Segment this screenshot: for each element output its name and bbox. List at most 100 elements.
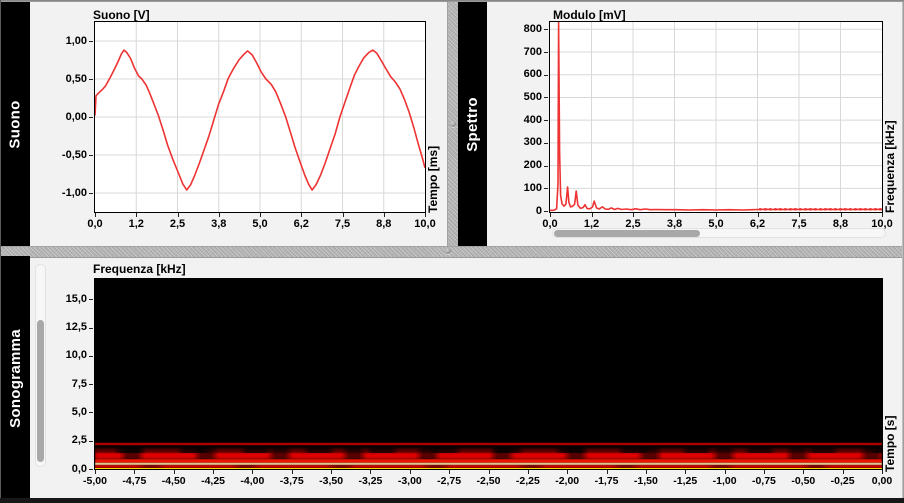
x-tick-mark [633,213,634,217]
y-tick-label: 5,0 [43,407,87,418]
sonogramma-x-axis-caption: Tempo [s] [884,416,897,472]
sonogram-band [95,443,882,445]
x-tick-mark [410,470,411,474]
spettro-x-axis-caption: Frequenza [kHz] [884,120,897,213]
y-tick-mark [89,412,93,413]
y-tick-mark [89,155,93,156]
x-tick-mark [550,213,551,217]
y-tick-mark [544,29,548,30]
x-tick-mark [799,213,800,217]
x-tick-mark [489,470,490,474]
y-tick-mark [544,75,548,76]
y-tick-label: 700 [498,47,542,58]
y-tick-mark [89,193,93,194]
suono-waveform-chart [95,22,425,212]
x-tick-mark [343,213,344,217]
window-bottom-edge [0,498,904,503]
splitter-dimple-icon [445,248,451,254]
y-tick-label: 7,5 [43,379,87,390]
y-tick-label: 1,00 [43,36,87,47]
y-tick-mark [544,166,548,167]
panel-header-suono-label: Suono [7,100,24,148]
x-tick-mark [449,470,450,474]
spettro-spectrum-chart [550,22,882,212]
x-tick-mark [675,213,676,217]
panel-header-sonogramma: Sonogramma [1,256,30,501]
y-tick-mark [544,120,548,121]
y-tick-label: 2,5 [43,435,87,446]
sonogram-wave-overlay [95,465,882,468]
splitter-dimple-icon [450,121,456,127]
x-tick-label: 0,00 [852,475,904,487]
x-tick-mark [370,470,371,474]
y-tick-label: 0 [498,206,542,217]
x-tick-mark [843,470,844,474]
x-tick-mark [685,470,686,474]
x-tick-mark [425,213,426,217]
y-tick-mark [89,299,93,300]
suono-plot-title: Suono [V] [93,8,150,22]
y-tick-mark [544,97,548,98]
x-tick-mark [95,213,96,217]
labview-front-panel: Suono Suono [V] Tempo [ms] Spettro Modul… [0,0,904,503]
y-tick-mark [544,143,548,144]
x-tick-mark [758,213,759,217]
y-tick-mark [89,117,93,118]
x-tick-mark [646,470,647,474]
y-tick-mark [89,356,93,357]
sonogramma-plot-area[interactable] [94,278,883,470]
x-tick-mark [260,213,261,217]
x-tick-mark [384,213,385,217]
y-tick-mark [544,211,548,212]
x-tick-label: 10,0 [395,218,455,230]
y-tick-label: 500 [498,92,542,103]
suono-plot-area[interactable] [94,21,426,213]
y-tick-mark [89,384,93,385]
spettro-plot-area[interactable] [549,21,883,213]
x-tick-mark [528,470,529,474]
y-tick-label: 12,5 [43,322,87,333]
y-tick-mark [89,469,93,470]
x-tick-mark [174,470,175,474]
y-tick-mark [89,79,93,80]
x-tick-mark [841,213,842,217]
y-tick-mark [544,188,548,189]
y-tick-label: 10,0 [43,350,87,361]
y-tick-label: 400 [498,115,542,126]
horizontal-splitter[interactable] [1,246,902,258]
y-tick-label: 200 [498,160,542,171]
spettro-plot-title: Modulo [mV] [553,8,626,22]
y-tick-mark [89,328,93,329]
x-tick-mark [716,213,717,217]
x-tick-mark [882,213,883,217]
x-tick-mark [292,470,293,474]
x-tick-mark [134,470,135,474]
y-tick-label: 0,0 [43,464,87,475]
y-tick-mark [89,41,93,42]
x-tick-mark [252,470,253,474]
x-tick-label: 10,0 [852,218,904,230]
sonogram-band [95,468,882,469]
x-tick-mark [803,470,804,474]
panel-header-sonogramma-label: Sonogramma [7,329,24,428]
x-tick-mark [725,470,726,474]
x-tick-mark [178,213,179,217]
sonogram-wave-overlay [95,447,882,453]
spettro-scrollbar-thumb[interactable] [554,230,700,237]
y-tick-label: 800 [498,24,542,35]
x-tick-mark [607,470,608,474]
y-tick-label: -1,00 [43,188,87,199]
x-tick-mark [592,213,593,217]
x-tick-mark [95,470,96,474]
y-tick-label: 0,00 [43,112,87,123]
x-tick-mark [764,470,765,474]
y-tick-label: -0,50 [43,150,87,161]
y-tick-mark [89,441,93,442]
x-tick-mark [301,213,302,217]
x-tick-mark [331,470,332,474]
y-tick-mark [544,52,548,53]
panel-header-spettro-label: Spettro [464,97,481,152]
x-tick-mark [213,470,214,474]
y-tick-label: 100 [498,183,542,194]
y-tick-label: 600 [498,69,542,80]
